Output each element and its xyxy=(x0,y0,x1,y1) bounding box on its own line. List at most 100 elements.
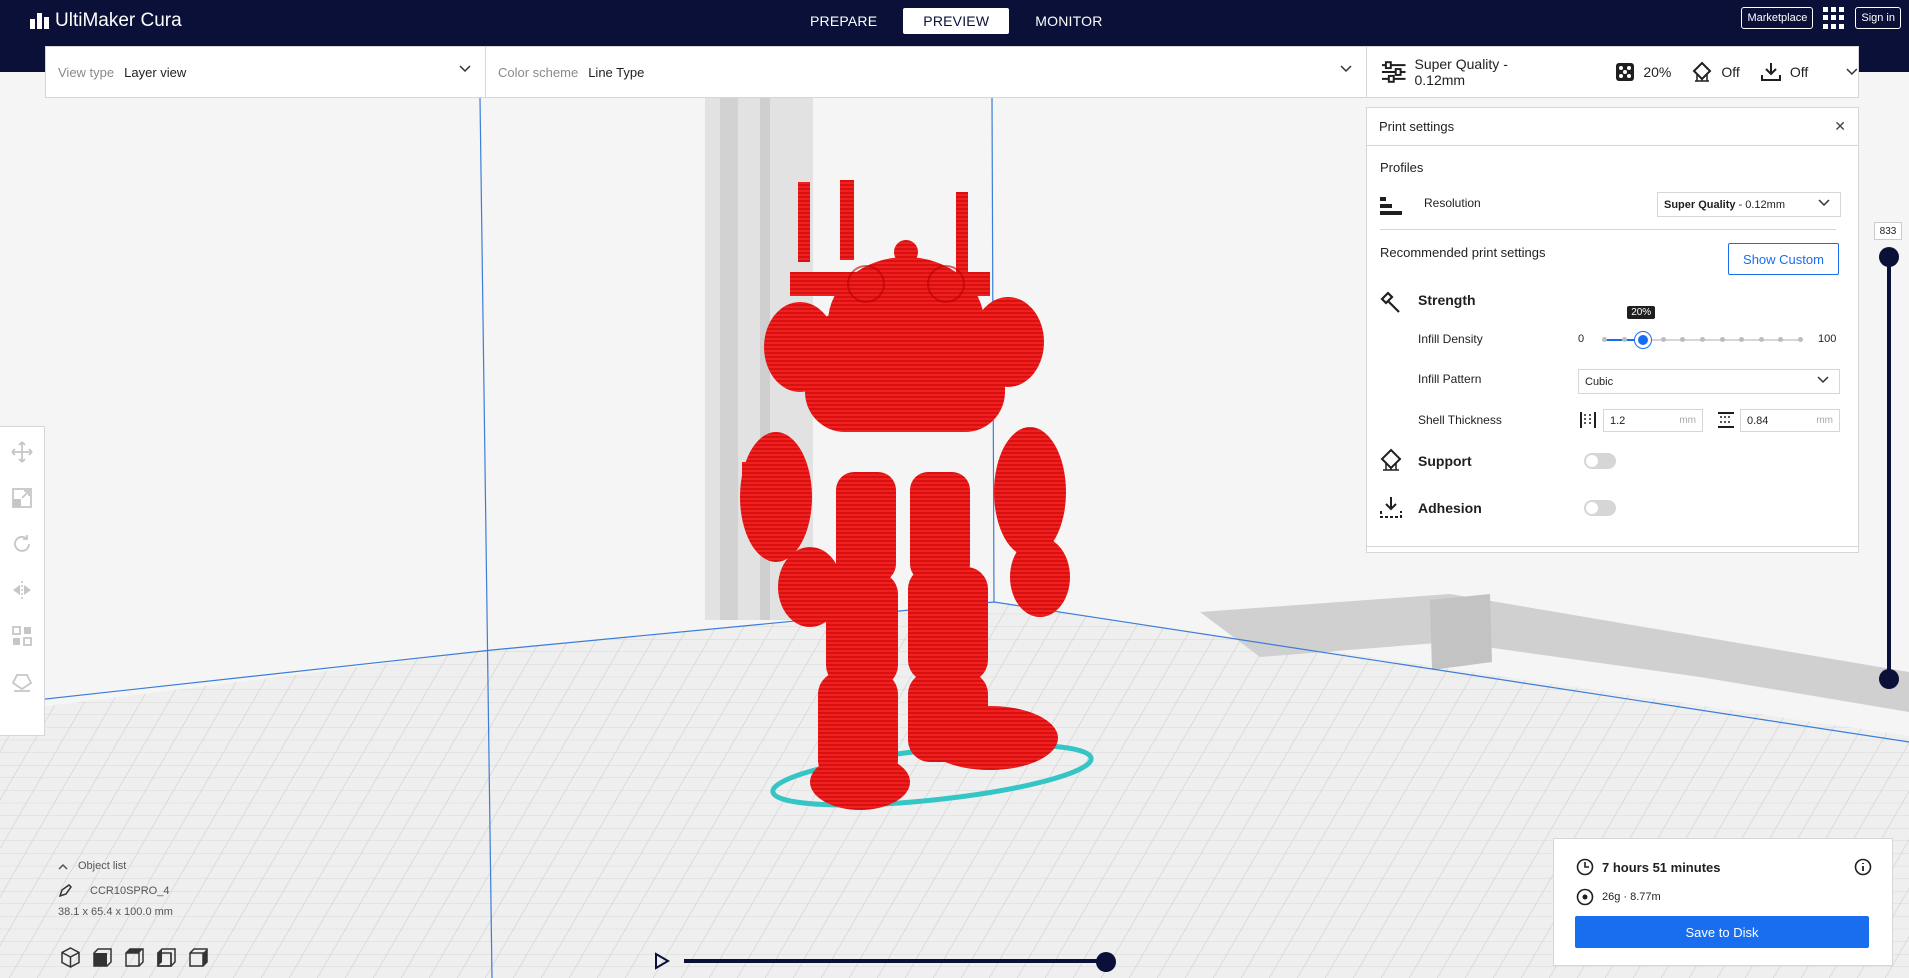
infill-icon xyxy=(1616,63,1635,81)
spool-icon xyxy=(1576,888,1594,906)
infill-summary: 20% xyxy=(1615,62,1671,82)
slider-tick xyxy=(1739,337,1745,342)
layer-slider-top-handle[interactable] xyxy=(1879,247,1899,267)
resolution-layer-height: - 0.12mm xyxy=(1738,198,1785,211)
print-time: 7 hours 51 minutes xyxy=(1602,859,1721,875)
tab-monitor[interactable]: MONITOR xyxy=(1015,8,1122,34)
infill-min-label: 0 xyxy=(1578,333,1585,345)
object-list-header: Object list xyxy=(78,860,127,872)
left-view-icon[interactable] xyxy=(156,947,177,968)
support-heading: Support xyxy=(1418,453,1472,469)
scale-tool-icon[interactable] xyxy=(11,487,33,509)
top-bottom-thickness-input[interactable]: 0.84 mm xyxy=(1740,409,1840,432)
sliders-icon xyxy=(1381,61,1406,83)
adhesion-icon xyxy=(1380,497,1402,518)
slider-tick xyxy=(1602,337,1607,342)
3d-view-icon[interactable] xyxy=(60,947,81,968)
view-type-value: Layer view xyxy=(124,64,187,80)
object-name-row[interactable]: CCR10SPRO_4 xyxy=(58,884,173,898)
resolution-icon xyxy=(1380,197,1402,215)
chevron-down-icon xyxy=(1817,376,1829,384)
time-estimate-row: 7 hours 51 minutes xyxy=(1576,858,1720,876)
path-slider-handle[interactable] xyxy=(1096,952,1116,972)
ultimaker-logo-icon xyxy=(30,13,49,29)
info-icon[interactable] xyxy=(1854,858,1872,876)
tool-sidebar xyxy=(0,426,45,736)
print-setup-summary[interactable]: Super Quality - 0.12mm 20% Off Off xyxy=(1366,46,1859,98)
view-type-select[interactable]: View type Layer view xyxy=(46,47,486,97)
infill-max-label: 100 xyxy=(1818,333,1837,345)
front-view-icon[interactable] xyxy=(92,947,113,968)
adhesion-value: Off xyxy=(1789,64,1809,80)
move-tool-icon[interactable] xyxy=(11,441,33,463)
mirror-tool-icon[interactable] xyxy=(11,579,33,601)
layer-slider-track[interactable] xyxy=(1887,256,1891,680)
support-icon xyxy=(1380,448,1402,471)
panel-header: Print settings ✕ xyxy=(1367,108,1858,146)
path-slider-track[interactable] xyxy=(684,959,1106,963)
profile-summary: Super Quality - 0.12mm xyxy=(1381,56,1559,88)
chevron-up-icon xyxy=(58,863,68,870)
tab-preview[interactable]: PREVIEW xyxy=(903,8,1010,34)
layer-number-input[interactable]: 833 xyxy=(1874,222,1902,240)
app-brand: UltiMaker Cura xyxy=(55,10,182,31)
panel-resize-bar[interactable] xyxy=(1367,546,1858,547)
support-summary: Off xyxy=(1691,61,1740,83)
save-to-disk-button[interactable]: Save to Disk xyxy=(1575,916,1869,948)
show-custom-button[interactable]: Show Custom xyxy=(1728,243,1839,275)
hammer-icon xyxy=(1380,291,1400,313)
top-view-icon[interactable] xyxy=(124,947,145,968)
close-icon[interactable]: ✕ xyxy=(1834,118,1846,135)
camera-view-buttons xyxy=(60,947,209,968)
slider-tick xyxy=(1680,337,1686,342)
infill-slider-handle[interactable] xyxy=(1635,332,1652,348)
color-scheme-label: Color scheme xyxy=(498,64,579,80)
slider-tick xyxy=(1700,337,1705,342)
object-list-toggle[interactable]: Object list xyxy=(58,860,173,872)
play-icon[interactable] xyxy=(654,952,670,970)
adhesion-icon xyxy=(1760,63,1781,81)
per-model-settings-icon[interactable] xyxy=(11,625,33,647)
slider-tick xyxy=(1778,337,1784,342)
object-name: CCR10SPRO_4 xyxy=(90,885,170,897)
wall-thickness-input[interactable]: 1.2 mm xyxy=(1603,409,1703,432)
marketplace-button[interactable]: Marketplace xyxy=(1741,7,1814,29)
slider-tick xyxy=(1798,337,1803,342)
view-type-label: View type xyxy=(58,64,115,80)
top-bottom-thickness-value: 0.84 xyxy=(1747,414,1769,427)
support-blocker-icon[interactable] xyxy=(11,671,33,693)
sign-in-button[interactable]: Sign in xyxy=(1855,7,1901,29)
header-actions: Marketplace Sign in xyxy=(1741,7,1901,29)
support-toggle[interactable] xyxy=(1584,453,1616,469)
resolution-select[interactable]: Super Quality - 0.12mm xyxy=(1657,192,1841,217)
app-logo: UltiMaker Cura xyxy=(30,10,182,32)
support-icon xyxy=(1692,61,1712,82)
adhesion-toggle[interactable] xyxy=(1584,500,1616,516)
chevron-down-icon[interactable] xyxy=(1846,68,1858,76)
view-options-bar: View type Layer view Color scheme Line T… xyxy=(45,46,1367,98)
right-view-icon[interactable] xyxy=(188,947,209,968)
color-scheme-select[interactable]: Color scheme Line Type xyxy=(486,47,1366,97)
infill-density-label: Infill Density xyxy=(1418,332,1483,346)
rotate-tool-icon[interactable] xyxy=(11,533,33,555)
infill-tooltip: 20% xyxy=(1627,306,1656,319)
chevron-down-icon xyxy=(459,65,471,73)
slider-tick xyxy=(1621,337,1627,342)
adhesion-heading: Adhesion xyxy=(1418,500,1482,516)
print-estimate-panel: 7 hours 51 minutes 26g · 8.77m Save to D… xyxy=(1553,838,1893,966)
infill-pattern-label: Infill Pattern xyxy=(1418,372,1482,386)
recommended-heading: Recommended print settings xyxy=(1380,245,1546,260)
apps-grid-icon[interactable] xyxy=(1823,7,1845,29)
tab-prepare[interactable]: PREPARE xyxy=(790,8,897,34)
pencil-icon xyxy=(58,884,72,898)
support-value: Off xyxy=(1721,64,1740,80)
resolution-profile: Super Quality xyxy=(1664,198,1736,211)
divider xyxy=(1380,229,1836,230)
infill-value: 20% xyxy=(1643,64,1672,80)
wall-thickness-value: 1.2 xyxy=(1610,414,1626,427)
object-list: Object list CCR10SPRO_4 38.1 x 65.4 x 10… xyxy=(58,860,173,918)
layer-slider-bottom-handle[interactable] xyxy=(1879,669,1899,689)
infill-density-slider[interactable] xyxy=(1602,332,1803,348)
material-usage: 26g · 8.77m xyxy=(1602,891,1661,903)
infill-pattern-select[interactable]: Cubic xyxy=(1578,369,1840,394)
